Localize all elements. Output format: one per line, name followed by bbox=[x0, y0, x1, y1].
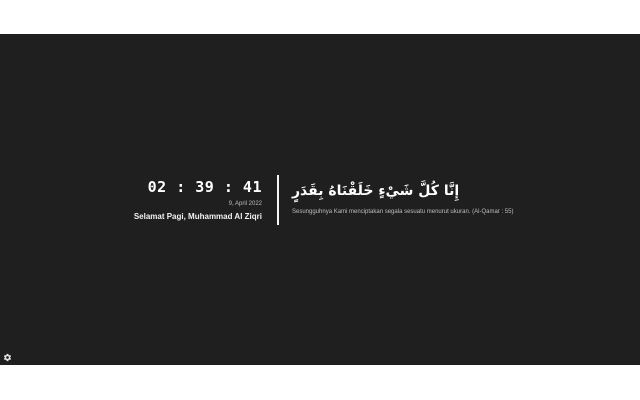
vertical-divider bbox=[277, 175, 279, 225]
clock-date: 9, April 2022 bbox=[228, 201, 262, 207]
verse-arabic: إِنَّا كُلَّ شَيْءٍ خَلَقْنَاهُ بِقَدَرٍ bbox=[292, 183, 460, 199]
gear-icon[interactable] bbox=[3, 353, 12, 362]
new-tab-page: 02 : 39 : 41 9, April 2022 Selamat Pagi,… bbox=[0, 34, 640, 365]
greeting-text: Selamat Pagi, Muhammad Al Ziqri bbox=[133, 212, 262, 221]
verse-translation: Sesungguhnya Kami menciptakan segala ses… bbox=[292, 209, 514, 215]
clock-time: 02 : 39 : 41 bbox=[147, 178, 262, 196]
clock-panel: 02 : 39 : 41 9, April 2022 Selamat Pagi,… bbox=[62, 178, 262, 222]
verse-panel: إِنَّا كُلَّ شَيْءٍ خَلَقْنَاهُ بِقَدَرٍ… bbox=[292, 181, 622, 216]
